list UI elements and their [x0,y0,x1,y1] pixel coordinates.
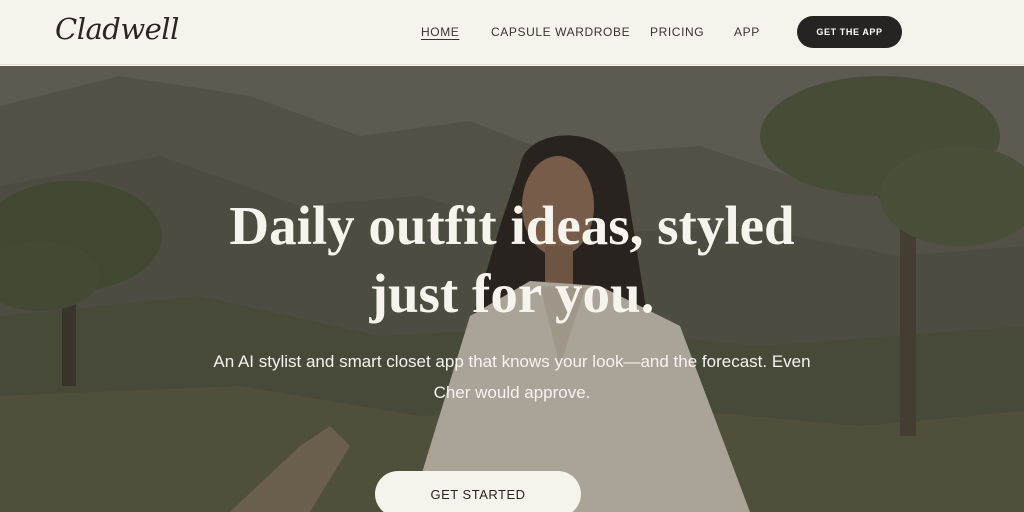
nav-pricing-link[interactable]: PRICING [650,25,704,39]
hero-title-line-2: just for you. [369,263,655,324]
hero-subtitle-line-1: An AI stylist and smart closet app that … [213,352,811,371]
get-the-app-button[interactable]: GET THE APP [797,16,902,48]
hero-subtitle: An AI stylist and smart closet app that … [140,346,884,408]
nav-capsule-wardrobe-link[interactable]: CAPSULE WARDROBE [491,25,630,39]
nav-home-link[interactable]: HOME [421,25,459,39]
hero-subtitle-line-2: Cher would approve. [433,383,591,402]
nav-app-link[interactable]: APP [734,25,760,39]
site-header: Cladwell HOME CAPSULE WARDROBE PRICING A… [0,0,1024,65]
hero-title: Daily outfit ideas, styled just for you. [112,192,912,328]
hero-title-line-1: Daily outfit ideas, styled [229,195,795,256]
get-started-button[interactable]: GET STARTED [375,471,581,512]
hero-section: Daily outfit ideas, styled just for you.… [0,66,1024,512]
